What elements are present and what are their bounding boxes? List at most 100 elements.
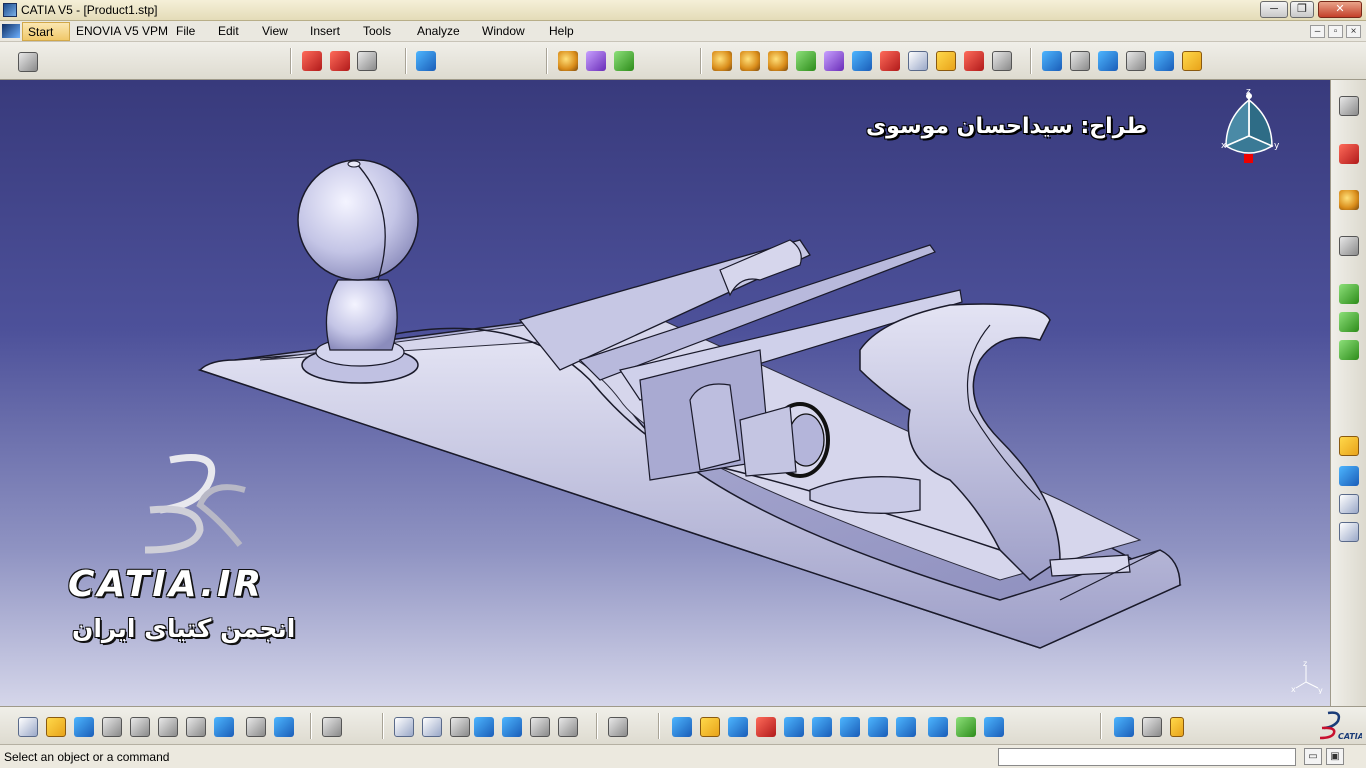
pcs-icon[interactable] xyxy=(1339,144,1359,164)
doc-minimize-button[interactable]: – xyxy=(1310,25,1325,38)
menu-view[interactable]: View xyxy=(262,24,288,38)
analysis-icon[interactable] xyxy=(614,51,634,71)
tree-expand-icon[interactable] xyxy=(502,717,522,737)
fly-mode-icon[interactable] xyxy=(672,717,692,737)
structure-icon[interactable] xyxy=(357,51,377,71)
mini-axis-icon: z x y xyxy=(1291,660,1323,694)
capture-icon[interactable] xyxy=(322,717,342,737)
fix-together-icon[interactable] xyxy=(1154,51,1174,71)
compass-z-label: z xyxy=(1246,88,1251,97)
visualization-icon[interactable] xyxy=(558,717,578,737)
measure-icon[interactable] xyxy=(712,51,732,71)
zoom-in-icon[interactable] xyxy=(784,717,804,737)
coincidence-icon[interactable] xyxy=(1042,51,1062,71)
command-input[interactable] xyxy=(998,748,1296,766)
catia-app-icon[interactable] xyxy=(3,3,17,17)
menu-edit[interactable]: Edit xyxy=(218,24,239,38)
new-icon[interactable] xyxy=(18,717,38,737)
section-icon[interactable] xyxy=(740,51,760,71)
hand-plane-model[interactable] xyxy=(0,80,1330,706)
table-icon[interactable] xyxy=(474,717,494,737)
redo-icon[interactable] xyxy=(246,717,266,737)
snap-icon[interactable] xyxy=(936,51,956,71)
menu-enovia[interactable]: ENOVIA V5 VPM xyxy=(76,24,168,38)
settings-icon[interactable] xyxy=(1339,96,1359,116)
brand-subtitle: انجمن کتیای ایران xyxy=(72,614,296,643)
new-part-icon[interactable] xyxy=(1339,340,1359,360)
new-component-icon[interactable] xyxy=(1339,284,1359,304)
normal-view-icon[interactable] xyxy=(840,717,860,737)
fit-all-icon[interactable] xyxy=(700,717,720,737)
material-icon[interactable] xyxy=(586,51,606,71)
menu-help[interactable]: Help xyxy=(549,24,574,38)
manipulate-icon[interactable] xyxy=(964,51,984,71)
graph-tree-icon[interactable] xyxy=(1339,494,1359,514)
battery-icon[interactable] xyxy=(1170,717,1184,737)
annotation-icon[interactable] xyxy=(824,51,844,71)
minimize-button[interactable]: ─ xyxy=(1260,1,1288,18)
3d-viewport[interactable]: z x y طراح: سیداحسان موسوی CATIA.IR انجم… xyxy=(0,80,1330,706)
replace-component-icon[interactable] xyxy=(1339,466,1359,486)
doc-close-button[interactable]: × xyxy=(1346,25,1361,38)
assembly-constraints-icon[interactable] xyxy=(302,51,322,71)
bom-icon[interactable] xyxy=(852,51,872,71)
scenes-icon[interactable] xyxy=(608,717,628,737)
fix-icon[interactable] xyxy=(992,51,1012,71)
svg-text:y: y xyxy=(1318,686,1323,694)
menu-analyze[interactable]: Analyze xyxy=(417,24,460,38)
doc-restore-button[interactable]: ▫ xyxy=(1328,25,1343,38)
paste-icon[interactable] xyxy=(186,717,206,737)
hide-show-icon[interactable] xyxy=(956,717,976,737)
menu-file[interactable]: File xyxy=(176,24,195,38)
render-style-icon[interactable] xyxy=(928,717,948,737)
generate-numbering-icon[interactable] xyxy=(1339,522,1359,542)
open-icon[interactable] xyxy=(46,717,66,737)
formula-icon[interactable] xyxy=(394,717,414,737)
contact-icon[interactable] xyxy=(1070,51,1090,71)
svg-text:z: z xyxy=(1303,660,1307,668)
explode-icon[interactable] xyxy=(880,51,900,71)
angle-icon[interactable] xyxy=(1126,51,1146,71)
catia-menu-logo-icon[interactable] xyxy=(2,24,20,38)
move-icon[interactable] xyxy=(908,51,928,71)
iso-view-icon[interactable] xyxy=(896,717,916,737)
status-window-button[interactable]: ▣ xyxy=(1326,748,1344,765)
update-icon[interactable] xyxy=(1182,51,1202,71)
catalog-icon[interactable] xyxy=(416,51,436,71)
status-toggle-button[interactable]: ▭ xyxy=(1304,748,1322,765)
whats-this-icon[interactable] xyxy=(274,717,294,737)
knowledge-icon[interactable] xyxy=(422,717,442,737)
offset-icon[interactable] xyxy=(1098,51,1118,71)
clash-icon[interactable] xyxy=(768,51,788,71)
select-arrow-icon[interactable] xyxy=(1339,190,1359,210)
print-icon[interactable] xyxy=(102,717,122,737)
new-product-icon[interactable] xyxy=(1339,312,1359,332)
restore-button[interactable]: ❐ xyxy=(1290,1,1314,18)
catalog-browser-icon[interactable] xyxy=(1142,717,1162,737)
swap-visible-icon[interactable] xyxy=(984,717,1004,737)
menu-window[interactable]: Window xyxy=(482,24,525,38)
menu-insert[interactable]: Insert xyxy=(310,24,340,38)
close-button[interactable]: ✕ xyxy=(1318,1,1362,18)
copy-icon[interactable] xyxy=(158,717,178,737)
compass-tool-icon[interactable] xyxy=(1114,717,1134,737)
pan-icon[interactable] xyxy=(728,717,748,737)
multi-view-icon[interactable] xyxy=(868,717,888,737)
existing-component-icon[interactable] xyxy=(1339,436,1359,456)
rotate-icon[interactable] xyxy=(756,717,776,737)
part-design-icon[interactable] xyxy=(330,51,350,71)
zoom-out-icon[interactable] xyxy=(812,717,832,737)
lock-icon[interactable] xyxy=(530,717,550,737)
color-icon[interactable] xyxy=(558,51,578,71)
undo-icon[interactable] xyxy=(214,717,234,737)
quick-select-icon[interactable] xyxy=(1339,236,1359,256)
distance-icon[interactable] xyxy=(796,51,816,71)
menu-tools[interactable]: Tools xyxy=(363,24,391,38)
compass-icon[interactable]: z x y xyxy=(1216,88,1286,174)
save-icon[interactable] xyxy=(74,717,94,737)
brand-catia-text: CATIA.IR xyxy=(68,564,265,605)
menu-start[interactable]: Start xyxy=(22,22,70,41)
cut-icon[interactable] xyxy=(130,717,150,737)
measure-item-icon[interactable] xyxy=(450,717,470,737)
product-management-icon[interactable] xyxy=(18,52,38,72)
